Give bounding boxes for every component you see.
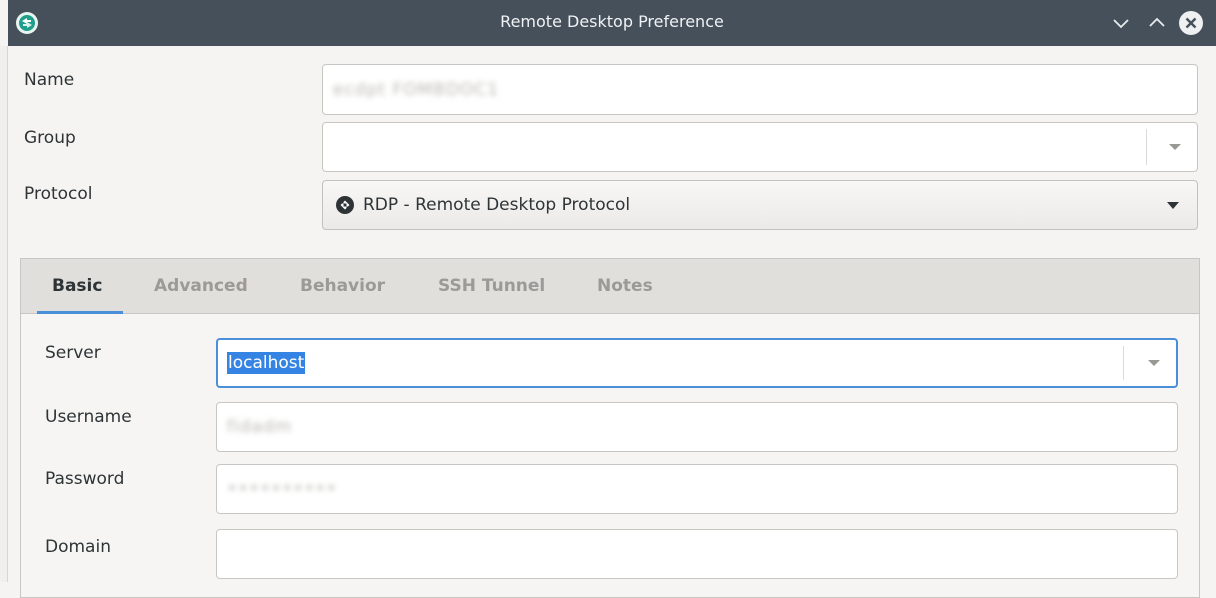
tab-bar: Basic Advanced Behavior SSH Tunnel Notes <box>21 259 1199 314</box>
username-field[interactable]: fidadm <box>216 402 1178 452</box>
settings-notebook: Basic Advanced Behavior SSH Tunnel Notes… <box>20 258 1200 598</box>
preference-window: Remote Desktop Preference Name ecdpt FOM… <box>0 0 1216 598</box>
name-label: Name <box>24 70 75 90</box>
username-label: Username <box>45 407 132 427</box>
name-field[interactable]: ecdpt FOMBDOC1 <box>322 64 1198 115</box>
domain-field[interactable] <box>216 529 1178 579</box>
title-bar[interactable]: Remote Desktop Preference <box>8 0 1216 46</box>
window-title: Remote Desktop Preference <box>500 12 724 31</box>
protocol-combo[interactable]: RDP - Remote Desktop Protocol <box>322 180 1198 230</box>
tab-basic[interactable]: Basic <box>52 276 102 296</box>
combo-separator <box>1123 346 1124 380</box>
chevron-down-icon[interactable] <box>1148 360 1160 366</box>
tab-notes[interactable]: Notes <box>597 276 653 296</box>
group-label: Group <box>24 128 76 148</box>
server-combo[interactable]: localhost <box>216 338 1178 388</box>
window-edge <box>0 46 8 582</box>
domain-label: Domain <box>45 537 111 557</box>
tab-advanced[interactable]: Advanced <box>154 276 248 296</box>
minimize-icon[interactable] <box>1108 10 1134 36</box>
close-icon[interactable] <box>1178 10 1204 36</box>
tab-behavior[interactable]: Behavior <box>300 276 385 296</box>
active-tab-indicator <box>37 311 123 314</box>
server-label: Server <box>45 343 101 363</box>
group-combo[interactable] <box>322 122 1198 172</box>
username-value: fidadm <box>227 417 293 437</box>
protocol-value: RDP - Remote Desktop Protocol <box>363 195 631 215</box>
password-field[interactable]: •••••••••• <box>216 464 1178 514</box>
protocol-label: Protocol <box>24 184 93 204</box>
maximize-icon[interactable] <box>1144 10 1170 36</box>
tab-ssh-tunnel[interactable]: SSH Tunnel <box>438 276 545 296</box>
chevron-down-icon[interactable] <box>1169 144 1181 150</box>
server-input[interactable]: localhost <box>227 352 306 374</box>
password-value: •••••••••• <box>227 479 338 499</box>
rdp-icon <box>336 196 354 214</box>
password-label: Password <box>45 469 125 489</box>
name-value: ecdpt FOMBDOC1 <box>333 79 500 100</box>
chevron-down-icon[interactable] <box>1167 202 1179 209</box>
combo-separator <box>1146 129 1147 165</box>
